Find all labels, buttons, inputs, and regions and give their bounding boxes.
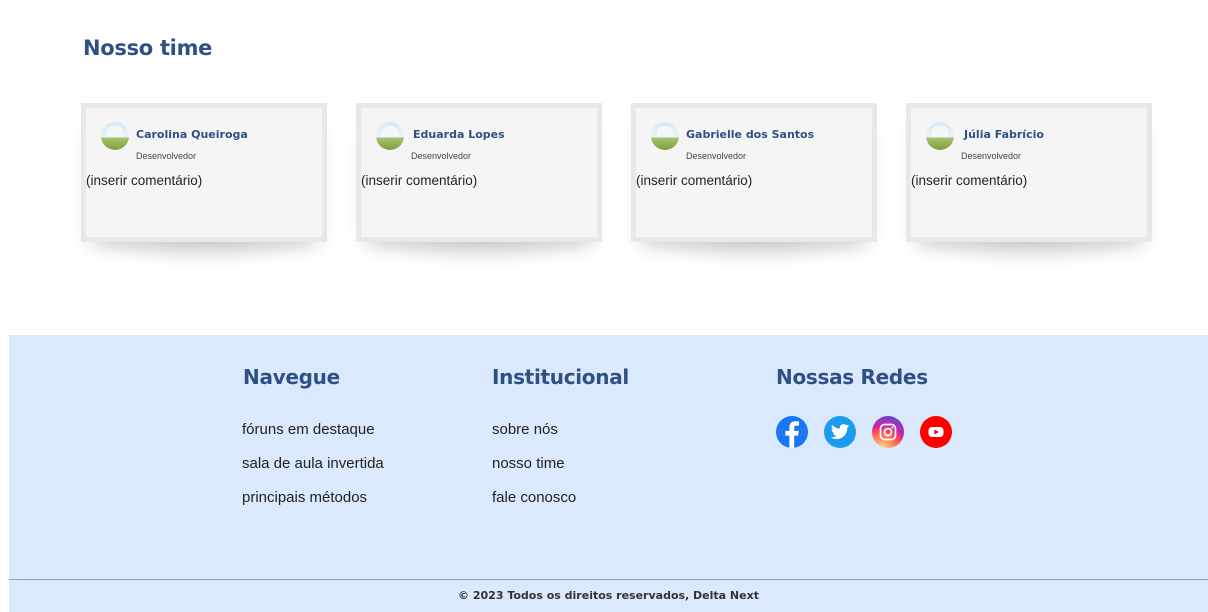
- link-principais-metodos[interactable]: principais métodos: [242, 489, 367, 506]
- member-role: Desenvolvedor: [136, 151, 197, 161]
- redes-title: Nossas Redes: [776, 365, 928, 389]
- card-shadow: [365, 238, 595, 270]
- avatar: [376, 122, 404, 150]
- avatar: [651, 122, 679, 150]
- institucional-title: Institucional: [492, 365, 629, 389]
- team-card: Carolina Queiroga Desenvolvedor (inserir…: [81, 103, 327, 242]
- footer: Navegue fóruns em destaque sala de aula …: [9, 335, 1208, 612]
- member-comment: (inserir comentário): [911, 173, 1028, 188]
- member-comment: (inserir comentário): [361, 173, 478, 188]
- member-name: Júlia Fabrício: [964, 128, 1044, 141]
- youtube-icon[interactable]: [920, 416, 952, 448]
- member-comment: (inserir comentário): [636, 173, 753, 188]
- link-foruns-em-destaque[interactable]: fóruns em destaque: [242, 421, 375, 438]
- twitter-icon[interactable]: [824, 416, 856, 448]
- section-title: Nosso time: [83, 36, 213, 60]
- member-name: Gabrielle dos Santos: [686, 128, 815, 141]
- footer-divider: [9, 579, 1208, 580]
- card-shadow: [90, 238, 320, 270]
- page: Nosso time Carolina Queiroga Desenvolved…: [0, 0, 1208, 612]
- link-sobre-nos[interactable]: sobre nós: [492, 421, 558, 438]
- member-role: Desenvolvedor: [411, 151, 472, 161]
- navegue-title: Navegue: [243, 365, 340, 389]
- member-name: Eduarda Lopes: [413, 128, 505, 141]
- card-shadow: [640, 238, 870, 270]
- team-card: Júlia Fabrício Desenvolvedor (inserir co…: [906, 103, 1152, 242]
- instagram-icon[interactable]: [872, 416, 904, 448]
- team-card: Eduarda Lopes Desenvolvedor (inserir com…: [356, 103, 602, 242]
- facebook-icon[interactable]: [776, 416, 808, 448]
- member-role: Desenvolvedor: [686, 151, 747, 161]
- card-shadow: [915, 238, 1145, 270]
- team-card: Gabrielle dos Santos Desenvolvedor (inse…: [631, 103, 877, 242]
- avatar: [101, 122, 129, 150]
- member-name: Carolina Queiroga: [136, 128, 248, 141]
- member-role: Desenvolvedor: [961, 151, 1022, 161]
- copyright: © 2023 Todos os direitos reservados, Del…: [458, 589, 759, 602]
- link-fale-conosco[interactable]: fale conosco: [492, 489, 576, 506]
- link-nosso-time[interactable]: nosso time: [492, 455, 565, 472]
- member-comment: (inserir comentário): [86, 173, 203, 188]
- avatar: [926, 122, 954, 150]
- link-sala-de-aula-invertida[interactable]: sala de aula invertida: [242, 455, 384, 472]
